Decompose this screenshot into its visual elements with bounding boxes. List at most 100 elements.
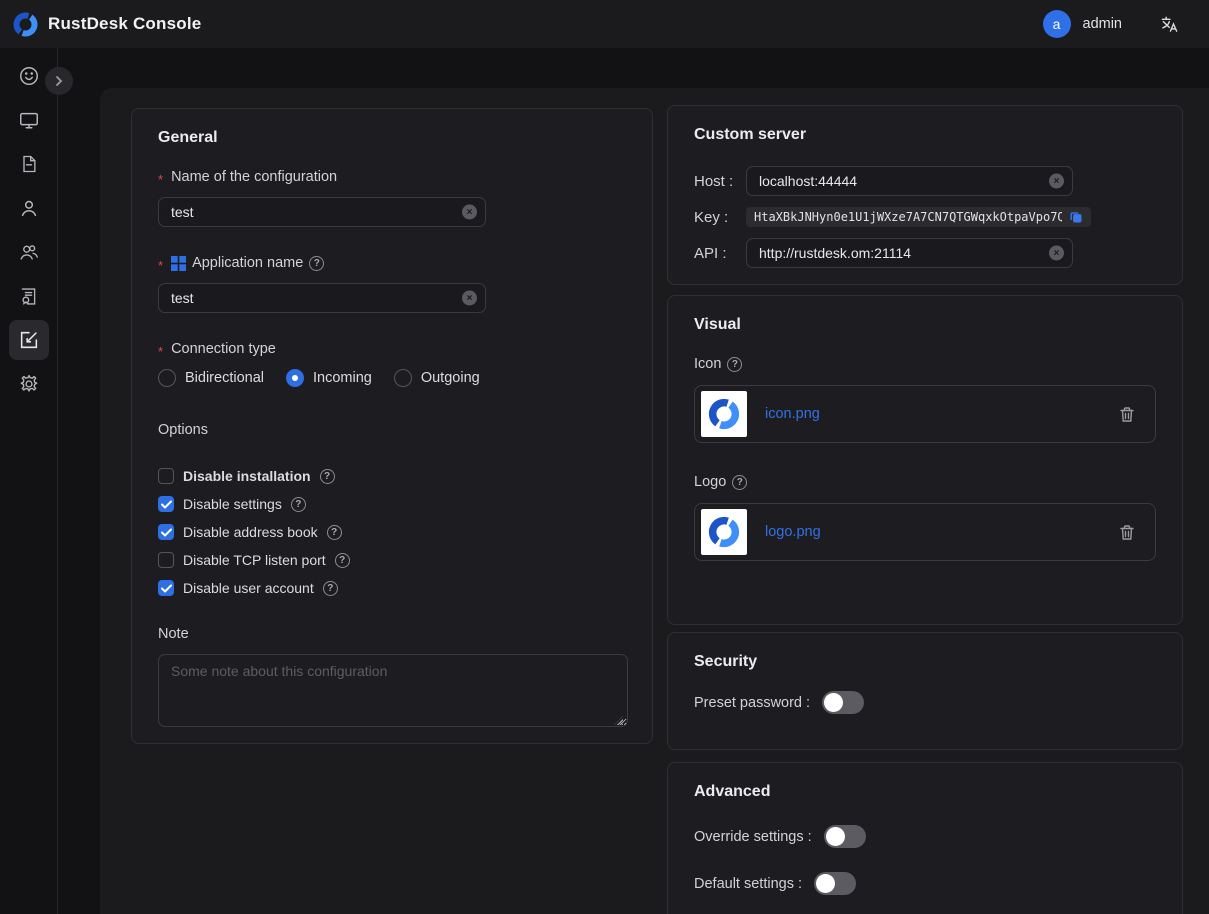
help-icon[interactable]: [309, 256, 324, 271]
checkbox-disable-tcp-listen-port[interactable]: Disable TCP listen port: [158, 552, 626, 568]
checkbox-disable-address-book[interactable]: Disable address book: [158, 524, 626, 540]
api-input[interactable]: [746, 238, 1073, 268]
copy-icon[interactable]: [1069, 210, 1083, 224]
config-name-label: Name of the configuration: [158, 169, 626, 185]
radio-bidirectional[interactable]: Bidirectional: [158, 369, 264, 387]
general-title: General: [158, 129, 626, 147]
brand: RustDesk Console: [12, 11, 201, 38]
clear-icon[interactable]: [1049, 246, 1064, 261]
config-name-input[interactable]: [158, 197, 486, 227]
application-name-label: Application name: [158, 255, 626, 271]
api-label: API :: [694, 245, 746, 262]
clear-icon[interactable]: [462, 205, 477, 220]
help-icon[interactable]: [320, 469, 335, 484]
logo-thumbnail: [701, 509, 747, 555]
clear-icon[interactable]: [462, 291, 477, 306]
key-value-box: HtaXBkJNHyn0e1U1jWXze7A7CN7QTGWqxkOtpaVp…: [746, 207, 1091, 227]
sidebar-item-settings[interactable]: [9, 364, 49, 404]
sidebar-item-custom-clients[interactable]: [9, 320, 49, 360]
connection-type-group: Bidirectional Incoming Outgoing: [158, 369, 626, 387]
checkbox-box: [158, 496, 174, 512]
override-settings-toggle[interactable]: [824, 825, 866, 848]
custom-server-card: Custom server Host : Key : HtaXBkJNHyn0e…: [667, 105, 1183, 285]
help-icon[interactable]: [291, 497, 306, 512]
logo-label: Logo: [694, 474, 1156, 490]
checkbox-disable-installation[interactable]: Disable installation: [158, 468, 626, 484]
help-icon[interactable]: [335, 553, 350, 568]
main-content: General Name of the configuration: [100, 88, 1209, 914]
username[interactable]: admin: [1083, 16, 1123, 32]
checkbox-box: [158, 468, 174, 484]
user-icon: [18, 197, 40, 219]
note-field-wrap: [158, 654, 626, 732]
clear-icon[interactable]: [1049, 174, 1064, 189]
key-label: Key :: [694, 209, 746, 226]
windows-logo-icon: [171, 256, 186, 271]
host-row: Host :: [694, 166, 1156, 196]
advanced-card: Advanced Override settings : Default set…: [667, 762, 1183, 914]
sidebar: [0, 48, 58, 914]
sidebar-item-devices[interactable]: [9, 100, 49, 140]
audit-log-icon: [18, 286, 39, 307]
radio-dot: [394, 369, 412, 387]
checkbox-box: [158, 580, 174, 596]
sidebar-item-dashboard[interactable]: [9, 56, 49, 96]
radio-incoming[interactable]: Incoming: [286, 369, 372, 387]
help-icon[interactable]: [327, 525, 342, 540]
avatar[interactable]: a: [1043, 10, 1071, 38]
chevron-right-icon: [53, 75, 65, 87]
advanced-title: Advanced: [694, 783, 1156, 801]
default-settings-toggle[interactable]: [814, 872, 856, 895]
help-icon[interactable]: [727, 357, 742, 372]
logo-file-link[interactable]: logo.png: [765, 524, 821, 540]
host-label: Host :: [694, 173, 746, 190]
monitor-icon: [18, 109, 40, 131]
sidebar-item-groups[interactable]: [9, 232, 49, 272]
top-bar: RustDesk Console a admin: [0, 0, 1209, 48]
rustdesk-logo-icon: [12, 11, 39, 38]
config-name-field-wrap: [158, 197, 486, 227]
smiley-icon: [18, 65, 40, 87]
application-name-field-wrap: [158, 283, 486, 313]
application-name-input[interactable]: [158, 283, 486, 313]
default-settings-row: Default settings :: [694, 872, 1156, 895]
help-icon[interactable]: [732, 475, 747, 490]
preset-password-row: Preset password :: [694, 691, 1156, 714]
help-icon[interactable]: [323, 581, 338, 596]
preset-password-toggle[interactable]: [822, 691, 864, 714]
radio-outgoing[interactable]: Outgoing: [394, 369, 480, 387]
trash-icon[interactable]: [1119, 406, 1135, 423]
options-list: Disable installation Disable settings: [158, 465, 626, 599]
edit-icon: [18, 329, 40, 351]
sidebar-item-users[interactable]: [9, 188, 49, 228]
checkbox-disable-settings[interactable]: Disable settings: [158, 496, 626, 512]
logo-file-box: logo.png: [694, 503, 1156, 561]
checkbox-box: [158, 524, 174, 540]
icon-file-box: icon.png: [694, 385, 1156, 443]
visual-card: Visual Icon icon.png: [667, 295, 1183, 625]
preset-password-label: Preset password :: [694, 695, 810, 711]
radio-dot: [158, 369, 176, 387]
visual-title: Visual: [694, 316, 1156, 334]
sidebar-expand-button[interactable]: [45, 67, 73, 95]
default-settings-label: Default settings :: [694, 876, 802, 892]
note-label: Note: [158, 626, 626, 642]
general-card: General Name of the configuration: [131, 108, 653, 744]
override-settings-label: Override settings :: [694, 829, 812, 845]
override-settings-row: Override settings :: [694, 825, 1156, 848]
trash-icon[interactable]: [1119, 524, 1135, 541]
document-icon: [19, 154, 39, 174]
security-card: Security Preset password :: [667, 632, 1183, 750]
custom-server-title: Custom server: [694, 126, 1156, 144]
connection-type-label: Connection type: [158, 341, 626, 357]
note-textarea[interactable]: [158, 654, 628, 727]
options-label: Options: [158, 422, 626, 438]
checkbox-disable-user-account[interactable]: Disable user account: [158, 580, 626, 596]
translate-icon[interactable]: [1160, 15, 1179, 34]
sidebar-item-audit[interactable]: [9, 276, 49, 316]
app-title: RustDesk Console: [48, 14, 201, 34]
sidebar-item-documents[interactable]: [9, 144, 49, 184]
host-input[interactable]: [746, 166, 1073, 196]
checkbox-box: [158, 552, 174, 568]
icon-file-link[interactable]: icon.png: [765, 406, 820, 422]
